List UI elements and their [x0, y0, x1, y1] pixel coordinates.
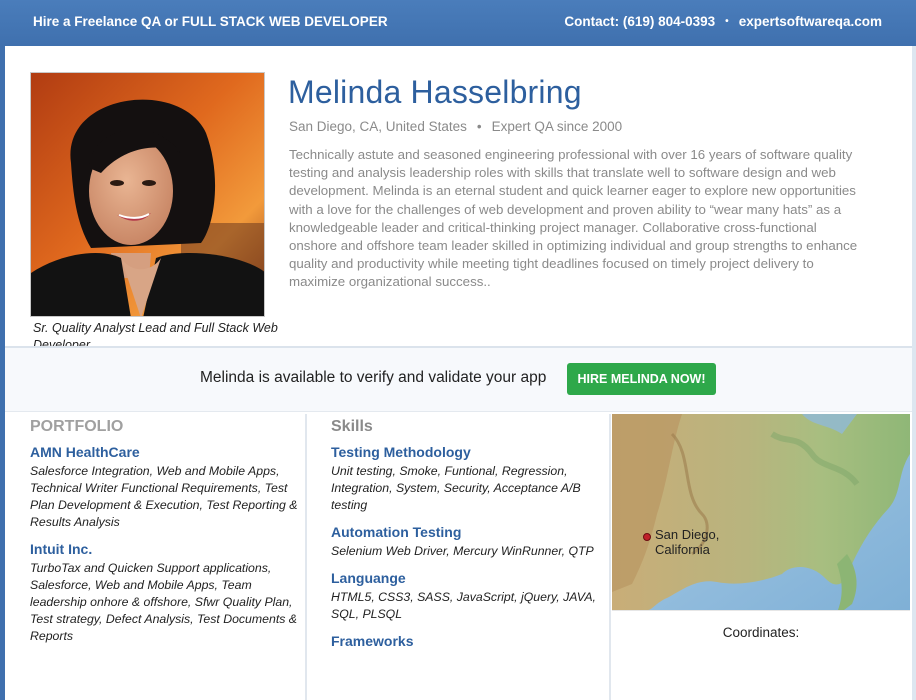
map-label-city: San Diego, [655, 527, 720, 542]
skills-column: Skills Testing Methodology Unit testing,… [331, 418, 606, 652]
profile-photo [30, 72, 265, 317]
coordinates-label: Coordinates: [722, 625, 800, 640]
skill-item: Testing Methodology Unit testing, Smoke,… [331, 444, 606, 514]
site-link[interactable]: expertsoftwareqa.com [739, 14, 882, 29]
skill-item: Automation Testing Selenium Web Driver, … [331, 524, 606, 560]
availability-text: Melinda is available to verify and valid… [200, 369, 547, 386]
profile-experience: Expert QA since 2000 [491, 119, 623, 134]
profile-bio: Technically astute and seasoned engineer… [289, 147, 858, 290]
hire-now-button[interactable]: HIRE MELINDA NOW! [567, 363, 716, 395]
skill-item-title: Testing Methodology [331, 444, 471, 460]
profile-location: San Diego, CA, United States [289, 119, 467, 134]
profile-name: Melinda Hasselbring [288, 74, 582, 110]
skill-item-desc: Unit testing, Smoke, Funtional, Regressi… [331, 464, 581, 512]
map-label-state: California [655, 542, 710, 557]
skill-item-desc: HTML5, CSS3, SASS, JavaScript, jQuery, J… [331, 590, 596, 621]
meta-separator: • [476, 119, 482, 134]
location-marker-icon[interactable] [643, 533, 651, 541]
portfolio-item: Intuit Inc. TurboTax and Quicken Support… [30, 541, 300, 645]
column-divider [609, 414, 611, 700]
top-header-bar: Hire a Freelance QA or FULL STACK WEB DE… [0, 0, 916, 46]
location-map[interactable] [612, 414, 910, 610]
portfolio-item-desc: Salesforce Integration, Web and Mobile A… [30, 464, 298, 529]
profile-meta: San Diego, CA, United States • Expert QA… [289, 119, 622, 134]
skill-item-title: Languange [331, 570, 406, 586]
right-frame-border [912, 46, 916, 700]
header-separator: • [725, 15, 729, 27]
portfolio-item: AMN HealthCare Salesforce Integration, W… [30, 444, 300, 531]
portfolio-item-title[interactable]: AMN HealthCare [30, 444, 300, 460]
map-location-label: San Diego, California [655, 527, 719, 557]
skill-item-title: Automation Testing [331, 524, 462, 540]
column-divider [305, 414, 307, 700]
portfolio-item-desc: TurboTax and Quicken Support application… [30, 561, 298, 643]
portfolio-item-title[interactable]: Intuit Inc. [30, 541, 300, 557]
contact-phone-link[interactable]: Contact: (619) 804-0393 [564, 14, 715, 29]
coordinates-panel [612, 610, 910, 700]
skills-heading: Skills [331, 418, 373, 435]
skill-item: Frameworks [331, 633, 606, 649]
skill-item-title: Frameworks [331, 633, 414, 649]
portfolio-heading: PORTFOLIO [30, 418, 124, 435]
portfolio-column: PORTFOLIO AMN HealthCare Salesforce Inte… [30, 418, 300, 655]
skill-item: Languange HTML5, CSS3, SASS, JavaScript,… [331, 570, 606, 623]
skill-item-desc: Selenium Web Driver, Mercury WinRunner, … [331, 544, 594, 558]
header-tagline: Hire a Freelance QA or FULL STACK WEB DE… [33, 14, 388, 29]
header-contact: Contact: (619) 804-0393 • expertsoftware… [564, 14, 882, 29]
